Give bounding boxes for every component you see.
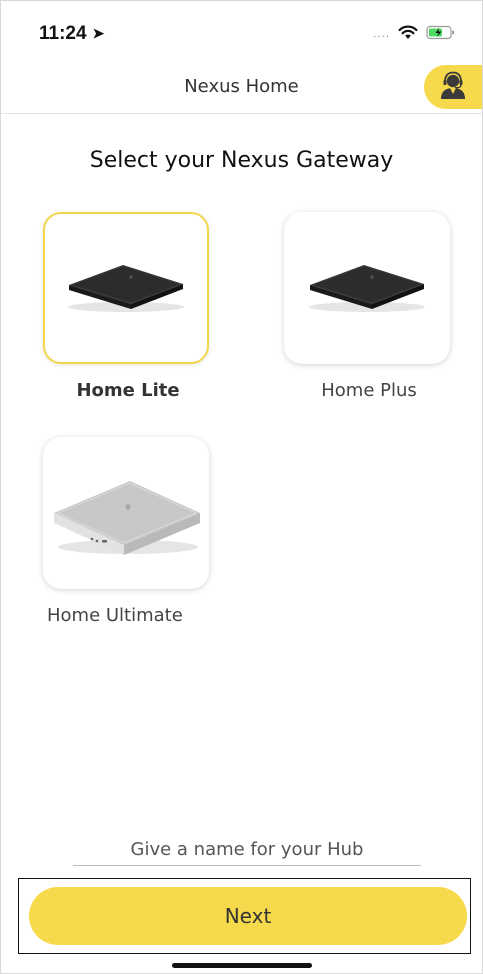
app-screen: 11:24 ➤ .... Nexus Home Select your Nexu… (0, 0, 483, 974)
home-indicator (172, 963, 312, 968)
wifi-icon (398, 25, 418, 44)
gateway-black-image (302, 251, 432, 325)
nav-bar: Nexus Home (1, 63, 482, 114)
device-card[interactable] (43, 437, 209, 589)
signal-icon: .... (373, 28, 390, 40)
device-label: Home Plus (321, 380, 417, 401)
next-button[interactable]: Next (29, 887, 467, 945)
support-button[interactable] (424, 65, 482, 109)
status-icons: .... (373, 25, 456, 44)
gateway-black-image (61, 251, 191, 325)
customer-support-icon (438, 70, 468, 104)
status-bar: 11:24 ➤ .... (1, 1, 482, 63)
nav-title: Nexus Home (184, 76, 299, 97)
device-card[interactable] (284, 212, 450, 364)
gateway-white-image (48, 459, 204, 567)
location-arrow-icon: ➤ (92, 25, 105, 41)
page-heading: Select your Nexus Gateway (89, 148, 394, 173)
device-option-home-plus[interactable]: Home Plus (284, 212, 454, 401)
device-card[interactable] (43, 212, 209, 364)
device-option-home-lite[interactable]: Home Lite (43, 212, 213, 401)
hub-name-input[interactable] (73, 833, 421, 866)
status-time-text: 11:24 (39, 23, 87, 44)
device-option-home-ultimate[interactable]: Home Ultimate (43, 437, 213, 626)
device-label: Home Ultimate (47, 605, 183, 626)
device-label: Home Lite (76, 380, 180, 401)
status-time: 11:24 ➤ (39, 23, 104, 45)
battery-charging-icon (426, 25, 456, 44)
